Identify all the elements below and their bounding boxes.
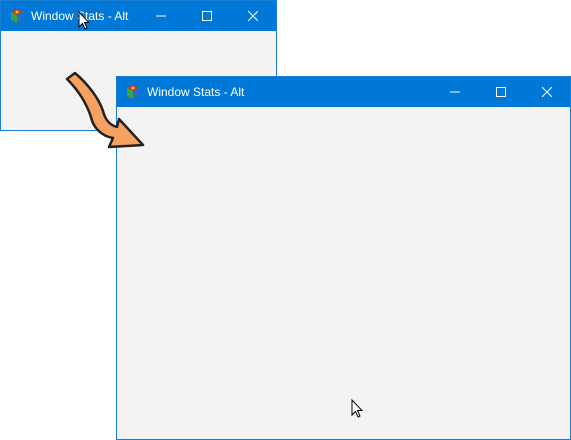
titlebar[interactable]: Window Stats - Alt — [1, 1, 276, 31]
maximize-icon — [202, 11, 212, 21]
close-button[interactable] — [230, 1, 276, 31]
mouse-cursor-icon — [351, 399, 363, 418]
minimize-button[interactable] — [138, 1, 184, 31]
close-icon — [248, 11, 258, 21]
app-cube-icon — [9, 8, 25, 24]
window-resized[interactable]: Window Stats - Alt — [116, 76, 571, 440]
curved-arrow-icon — [65, 71, 145, 149]
minimize-button[interactable] — [432, 77, 478, 107]
minimize-icon — [156, 15, 166, 17]
maximize-icon — [496, 87, 506, 97]
minimize-icon — [450, 91, 460, 93]
maximize-button[interactable] — [184, 1, 230, 31]
client-area — [117, 107, 570, 439]
close-button[interactable] — [524, 77, 570, 107]
maximize-button[interactable] — [478, 77, 524, 107]
window-title: Window Stats - Alt — [147, 85, 245, 99]
illustration-stage: Window Stats - Alt Window Stats - Alt — [0, 0, 571, 440]
titlebar[interactable]: Window Stats - Alt — [117, 77, 570, 107]
mouse-cursor-icon — [78, 11, 90, 30]
close-icon — [542, 87, 552, 97]
